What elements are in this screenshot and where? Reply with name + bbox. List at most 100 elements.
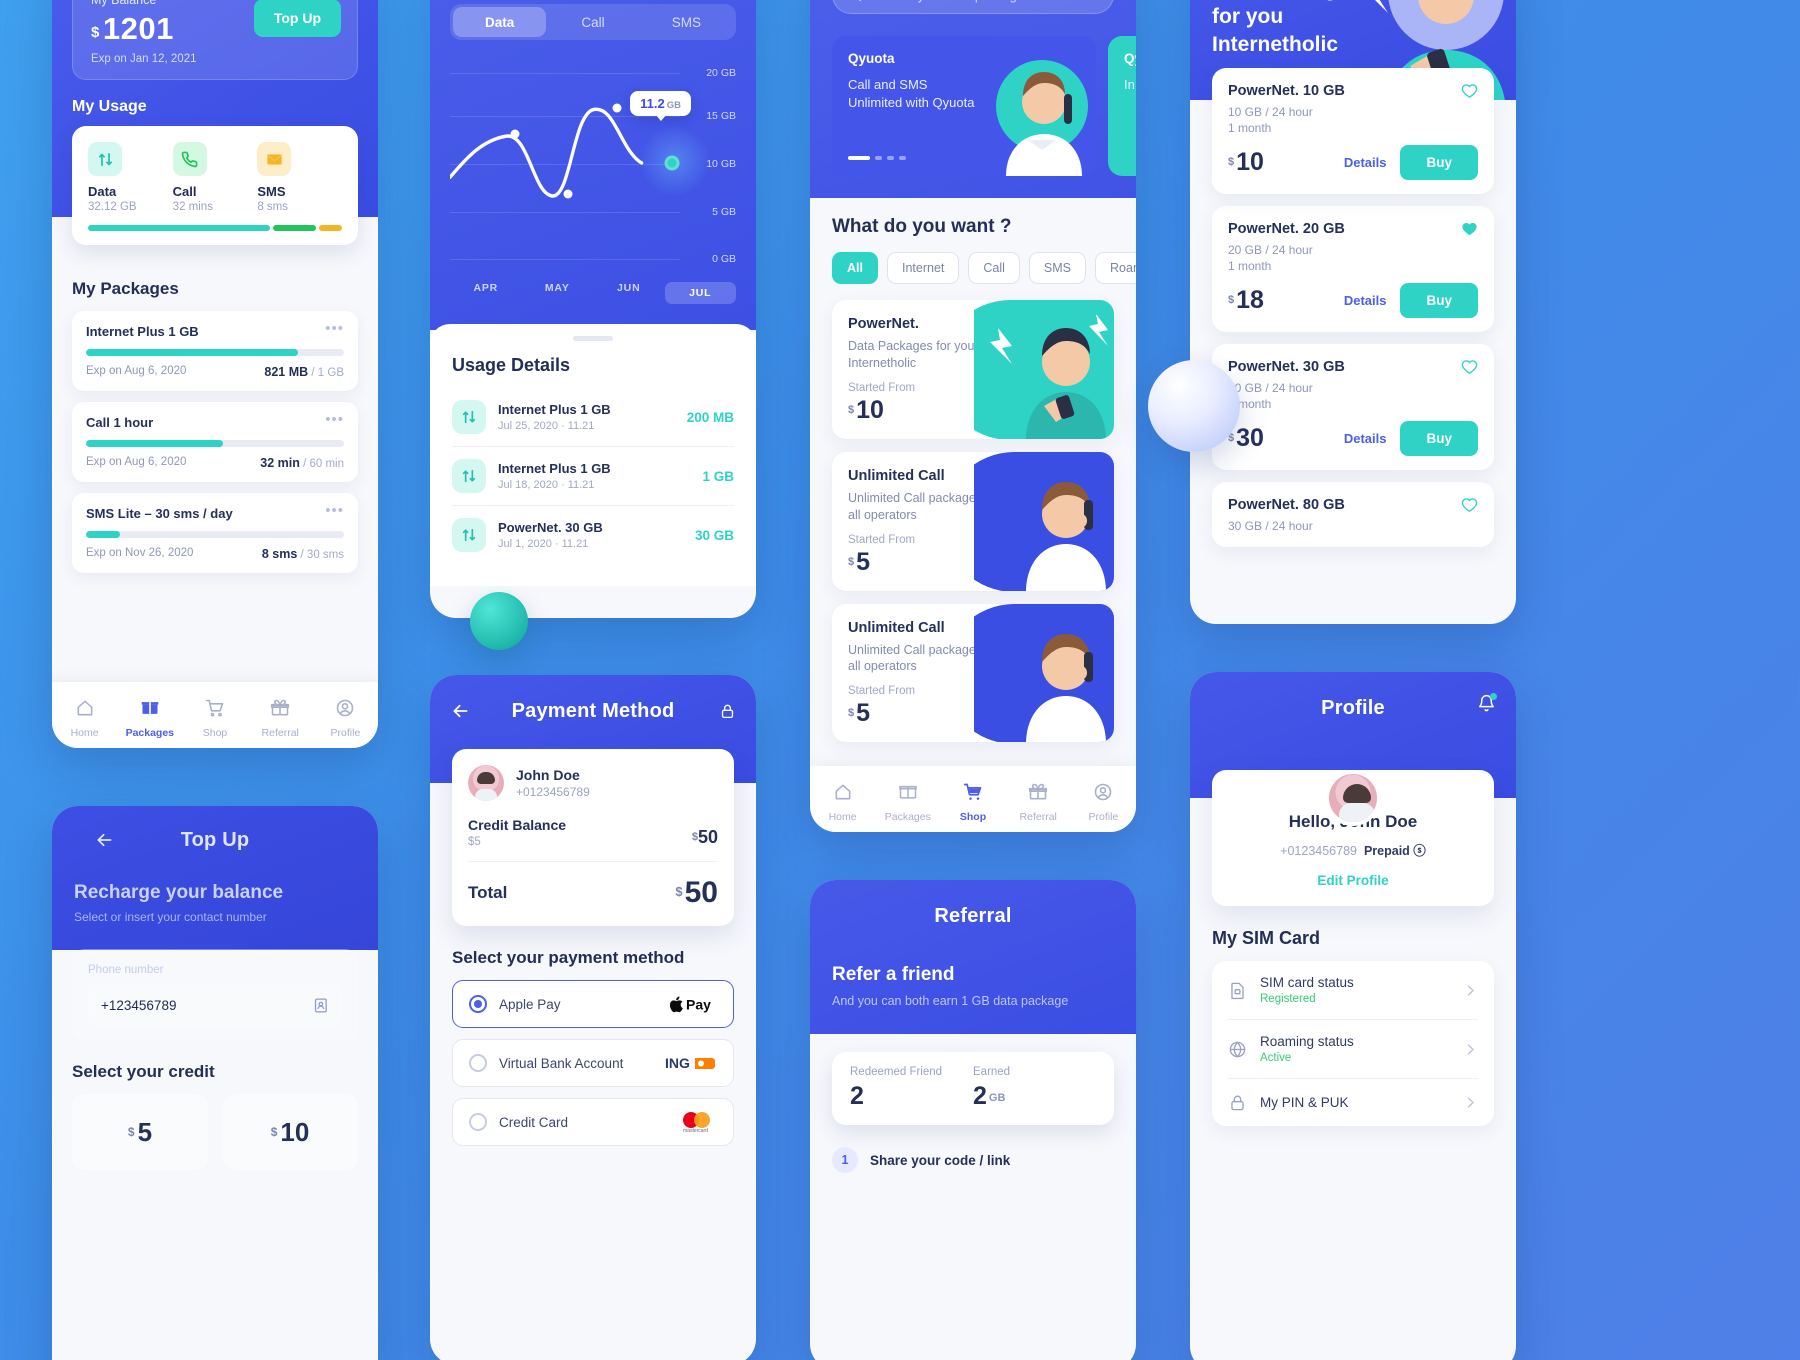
package-row[interactable]: Internet Plus 1 GB ••• Exp on Aug 6, 202… — [72, 311, 358, 391]
ytick-label: 0 GB — [712, 253, 736, 266]
data-package-card[interactable]: PowerNet. 10 GB 10 GB / 24 hour 1 month … — [1212, 68, 1494, 194]
package-row[interactable]: SMS Lite – 30 sms / day ••• Exp on Nov 2… — [72, 493, 358, 573]
payment-option-apple-pay[interactable]: Apple Pay Pay — [452, 980, 734, 1028]
credit-option[interactable]: $5 — [72, 1094, 208, 1170]
referral-heading: Refer a friend — [832, 964, 955, 985]
more-options-icon[interactable]: ••• — [325, 412, 344, 427]
buy-button[interactable]: Buy — [1400, 145, 1478, 180]
topup-header: Top Up Recharge your balance Select or i… — [52, 806, 378, 950]
tab-data[interactable]: Data — [453, 7, 547, 37]
chip-internet[interactable]: Internet — [886, 252, 960, 284]
info-icon[interactable]: ⓢ — [1413, 844, 1426, 858]
radio-button[interactable] — [469, 995, 487, 1013]
nav-item-packages[interactable]: Packages — [117, 698, 182, 739]
chip-call[interactable]: Call — [968, 252, 1020, 284]
shop-package-card[interactable]: PowerNet. Data Packages for you Internet… — [832, 300, 1114, 439]
details-link[interactable]: Details — [1344, 431, 1387, 446]
package-used: 821 MB — [264, 365, 309, 379]
usage-card: Data 32.12 GB Call 32 mins SMS 8 sms — [72, 126, 358, 245]
balance-value: 1201 — [102, 11, 174, 46]
edit-profile-link[interactable]: Edit Profile — [1228, 873, 1478, 888]
promo-card[interactable]: Qyuota Call and SMS Unlimited with Qyuot… — [832, 36, 1096, 176]
chart-active-point[interactable] — [664, 155, 680, 171]
nav-item-shop[interactable]: Shop — [940, 782, 1005, 823]
topup-button[interactable]: Top Up — [253, 0, 341, 37]
promo-card[interactable]: Qy In fr b — [1108, 36, 1136, 176]
nav-label: Home — [828, 810, 857, 823]
package-name: SMS Lite – 30 sms / day — [86, 506, 233, 521]
nav-item-profile[interactable]: Profile — [1071, 782, 1136, 823]
nav-item-referral[interactable]: Referral — [248, 698, 313, 739]
credit-balance-label: Credit Balance — [468, 817, 567, 833]
nav-item-referral[interactable]: Referral — [1006, 782, 1071, 823]
shop-package-card[interactable]: Unlimited Call Unlimited Call package fo… — [832, 603, 1114, 743]
package-row[interactable]: Call 1 hour ••• Exp on Aug 6, 2020 32 mi… — [72, 402, 358, 482]
detail-name: Internet Plus 1 GB — [498, 461, 611, 476]
referral-stats-card: Redeemed Friend 2 Earned 2 GB — [832, 1052, 1114, 1125]
sim-row-status[interactable]: SIM card status Registered — [1228, 961, 1478, 1020]
buy-button[interactable]: Buy — [1400, 283, 1478, 318]
package-period: 1 month — [1228, 397, 1272, 411]
sim-row-roaming[interactable]: Roaming status Active — [1228, 1020, 1478, 1079]
phone-input[interactable]: +123456789 — [88, 985, 342, 1025]
data-package-card[interactable]: PowerNet. 20 GB 20 GB / 24 hour 1 month … — [1212, 206, 1494, 332]
usage-value: 32 mins — [172, 201, 213, 213]
details-link[interactable]: Details — [1344, 293, 1387, 308]
payment-option-credit-card[interactable]: Credit Card mastercard — [452, 1098, 734, 1146]
heart-icon[interactable] — [1461, 83, 1478, 100]
arrow-left-icon[interactable] — [450, 701, 471, 722]
nav-item-home[interactable]: Home — [810, 782, 875, 823]
more-options-icon[interactable]: ••• — [325, 503, 344, 518]
heart-icon[interactable] — [1461, 497, 1478, 514]
usage-detail-row[interactable]: Internet Plus 1 GB Jul 18, 2020 · 11.21 1… — [452, 447, 734, 506]
shop-header: Search your best package Qyuota Call and… — [810, 0, 1136, 198]
notification-dot — [1490, 693, 1497, 700]
package-used: 32 min — [260, 456, 300, 470]
svg-text:ING: ING — [665, 1055, 690, 1071]
payment-option-virtual-bank[interactable]: Virtual Bank Account ING — [452, 1039, 734, 1087]
month-apr[interactable]: APR — [450, 282, 522, 304]
drag-handle[interactable] — [573, 336, 613, 341]
radio-button[interactable] — [469, 1054, 487, 1072]
nav-item-packages[interactable]: Packages — [875, 782, 940, 823]
heart-icon[interactable] — [1461, 359, 1478, 376]
search-input[interactable]: Search your best package — [832, 0, 1114, 14]
avatar[interactable] — [1325, 770, 1381, 826]
shop-package-card[interactable]: Unlimited Call Unlimited Call package fo… — [832, 451, 1114, 591]
nav-item-profile[interactable]: Profile — [313, 698, 378, 739]
chip-roaming[interactable]: Roaming — [1095, 252, 1136, 284]
chip-all[interactable]: All — [832, 252, 878, 284]
bell-icon[interactable] — [1477, 693, 1497, 713]
details-link[interactable]: Details — [1344, 155, 1387, 170]
arrow-left-icon[interactable] — [94, 830, 115, 851]
lock-icon[interactable] — [719, 703, 736, 720]
credit-option[interactable]: $10 — [222, 1094, 358, 1170]
more-options-icon[interactable]: ••• — [325, 321, 344, 336]
usage-name: Call — [172, 184, 197, 199]
data-package-card[interactable]: PowerNet. 30 GB 30 GB / 24 hour 1 month … — [1212, 344, 1494, 470]
month-may[interactable]: MAY — [522, 282, 594, 304]
payment-option-label: Virtual Bank Account — [499, 1055, 624, 1071]
nav-item-home[interactable]: Home — [52, 698, 117, 739]
stat-value: 2 — [973, 1082, 987, 1110]
nav-item-shop[interactable]: Shop — [182, 698, 247, 739]
mastercard-icon: mastercard — [677, 1111, 717, 1133]
sim-row-pin-puk[interactable]: My PIN & PUK — [1228, 1079, 1478, 1126]
buy-button[interactable]: Buy — [1400, 421, 1478, 456]
data-package-card[interactable]: PowerNet. 80 GB 30 GB / 24 hour — [1212, 482, 1494, 547]
heart-icon[interactable] — [1461, 221, 1478, 238]
month-jul[interactable]: JUL — [664, 282, 736, 304]
package-quota: 10 GB / 24 hour — [1228, 105, 1313, 119]
usage-detail-row[interactable]: PowerNet. 30 GB Jul 1, 2020 · 11.21 30 GB — [452, 506, 734, 564]
contact-book-icon[interactable] — [312, 997, 329, 1014]
package-used: 8 sms — [261, 547, 298, 561]
nav-label: Shop — [959, 810, 987, 823]
usage-details-card: Usage Details Internet Plus 1 GB Jul 25, … — [430, 324, 756, 586]
chip-sms[interactable]: SMS — [1028, 252, 1087, 284]
tab-sms[interactable]: SMS — [640, 7, 733, 37]
usage-detail-row[interactable]: Internet Plus 1 GB Jul 25, 2020 · 11.21 2… — [452, 388, 734, 447]
month-jun[interactable]: JUN — [593, 282, 665, 304]
radio-button[interactable] — [469, 1113, 487, 1131]
tab-call[interactable]: Call — [546, 7, 639, 37]
referral-step[interactable]: 1 Share your code / link — [832, 1147, 1114, 1173]
